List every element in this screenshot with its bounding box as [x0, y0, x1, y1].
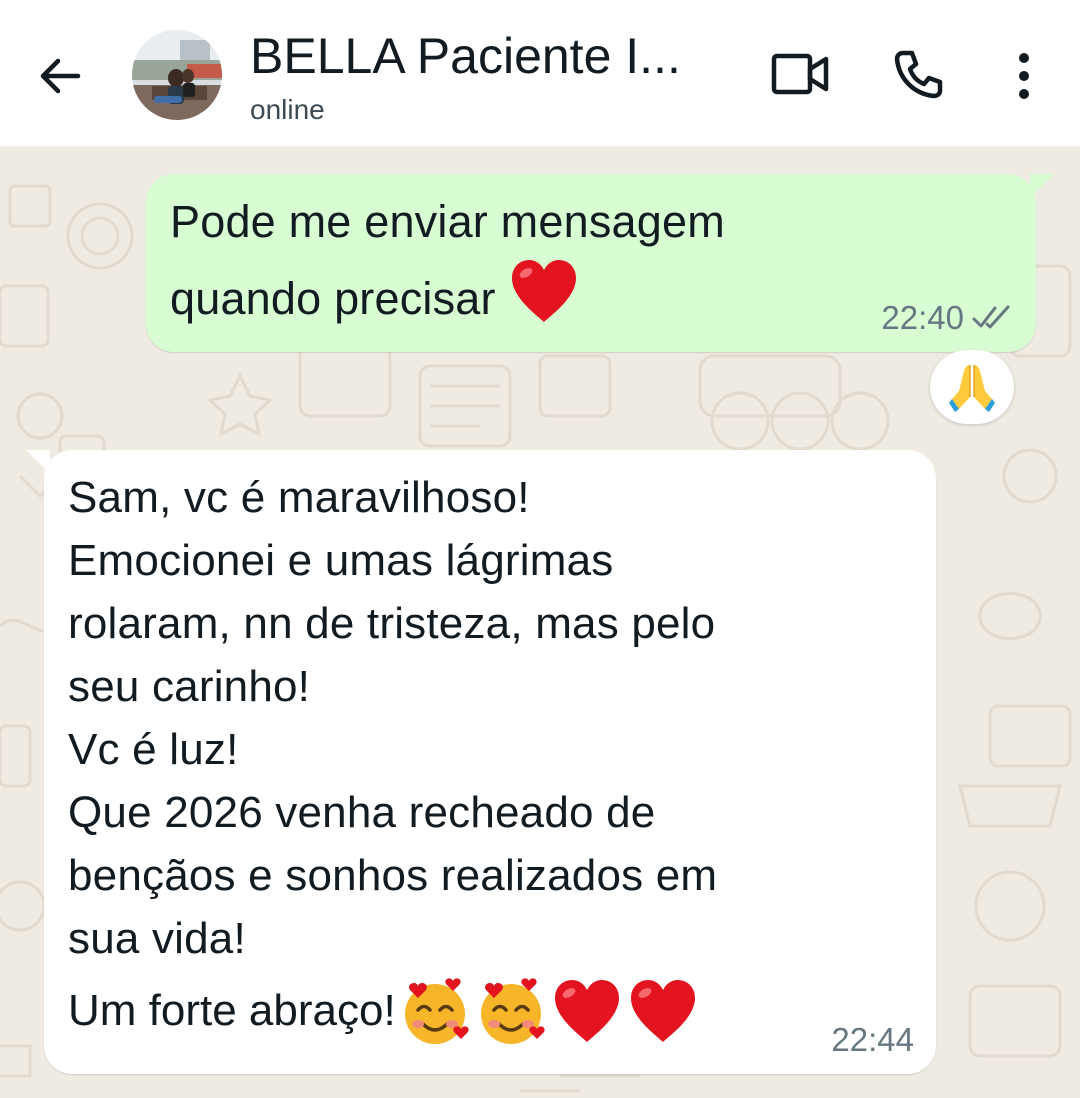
- more-vertical-icon[interactable]: [1004, 48, 1044, 104]
- message-meta: 22:40: [881, 298, 1014, 338]
- bubble-tail: [26, 450, 50, 474]
- red-heart-emoji: [512, 260, 577, 322]
- video-call-icon[interactable]: [770, 50, 830, 98]
- message-closing-line: Um forte abraço!: [68, 974, 700, 1048]
- double-check-icon: [972, 305, 1010, 329]
- contact-status: online: [250, 94, 325, 125]
- message-time: 22:40: [881, 299, 964, 336]
- chat-header: BELLA Paciente I... online: [0, 0, 1080, 146]
- message-reaction[interactable]: [930, 350, 1014, 424]
- incoming-message-bubble[interactable]: Sam, vc é maravilhoso! Emocionei e umas …: [26, 450, 936, 1074]
- arrow-left-icon[interactable]: [32, 48, 88, 104]
- message-time: 22:44: [831, 1021, 914, 1058]
- bubble-tail: [1030, 174, 1054, 198]
- smiling-face-with-hearts-emoji: [404, 978, 469, 1044]
- smiling-face-with-hearts-emoji: [480, 978, 545, 1044]
- message-text: Sam, vc é maravilhoso! Emocionei e umas …: [68, 473, 718, 963]
- contact-name[interactable]: BELLA Paciente I...: [250, 26, 720, 86]
- phone-icon[interactable]: [890, 46, 946, 102]
- red-heart-emoji: [630, 980, 695, 1042]
- folded-hands-emoji: [949, 365, 995, 412]
- chat-area[interactable]: Pode me enviar mensagem quando precisar …: [0, 146, 1080, 1098]
- contact-avatar[interactable]: [132, 30, 222, 120]
- outgoing-message-bubble[interactable]: Pode me enviar mensagem quando precisar …: [146, 174, 1054, 352]
- red-heart-emoji: [554, 980, 619, 1042]
- message-closing-text: Um forte abraço!: [68, 986, 396, 1035]
- message-text: Pode me enviar mensagem quando precisar: [170, 196, 725, 324]
- avatar-photo: [132, 30, 222, 120]
